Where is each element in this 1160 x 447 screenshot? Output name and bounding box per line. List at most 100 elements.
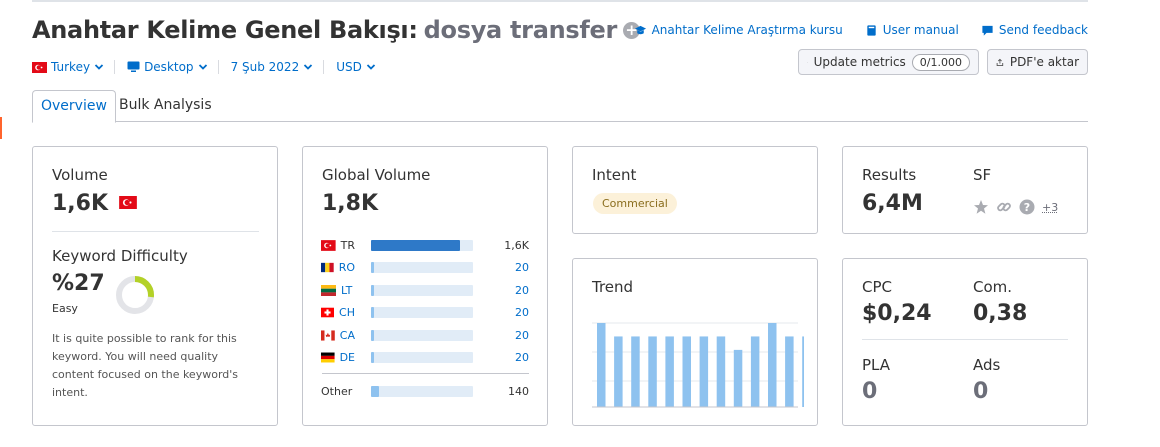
com-value: 0,38 (973, 301, 1028, 326)
trend-bar[interactable] (699, 336, 709, 407)
country-volume[interactable]: 20 (515, 284, 529, 297)
course-link[interactable]: Anahtar Kelime Araştırma kursu (634, 23, 843, 37)
ads-value: 0 (973, 379, 989, 404)
country-bar-fill (371, 239, 460, 251)
trend-bar[interactable] (716, 336, 726, 407)
trend-bar[interactable] (665, 336, 674, 407)
global-volume-row: RO 20 (321, 261, 529, 275)
trend-bar[interactable] (733, 349, 743, 407)
country-bar-track (371, 352, 473, 363)
course-link-label: Anahtar Kelime Araştırma kursu (651, 23, 843, 37)
ch-flag-icon (321, 307, 335, 318)
graduation-cap-icon (634, 25, 646, 34)
ro-flag-icon (321, 262, 334, 273)
pla-label: PLA (862, 356, 891, 374)
global-volume-row: DE 20 (321, 351, 529, 365)
country-code-label: CA (339, 328, 355, 342)
trend-bar[interactable] (631, 336, 640, 407)
page-title: Anahtar Kelime Genel Bakışı: dosya transf… (32, 16, 641, 44)
currency-label: USD (336, 60, 362, 74)
feedback-link[interactable]: Send feedback (981, 23, 1088, 37)
country-volume[interactable]: 20 (515, 306, 529, 319)
date-selector[interactable]: 7 Şub 2022 (231, 60, 325, 74)
ca-flag-icon (321, 329, 335, 341)
tab-bulk-analysis[interactable]: Bulk Analysis (111, 90, 220, 122)
results-label: Results (862, 166, 917, 184)
list-divider (322, 373, 529, 374)
trend-bar[interactable] (682, 336, 692, 407)
pla-value: 0 (862, 379, 878, 404)
com-label: Com. (973, 278, 1013, 296)
tab-overview[interactable]: Overview (32, 90, 116, 123)
date-label: 7 Şub 2022 (230, 60, 300, 74)
country-bar-fill (371, 352, 375, 363)
volume-card: Volume 1,6K Keyword Difficulty %27 Easy … (32, 146, 278, 426)
desktop-icon (127, 61, 140, 72)
question-icon[interactable]: ? (1019, 199, 1035, 215)
country-code: LT (321, 284, 355, 297)
kd-level: Easy (52, 302, 78, 315)
global-volume-row: LT 20 (321, 283, 529, 297)
link-icon[interactable] (996, 199, 1012, 215)
trend-bar[interactable] (614, 336, 623, 407)
trend-chart (592, 322, 804, 408)
top-divider (32, 0, 1088, 2)
global-volume-row: CH 20 (321, 306, 529, 320)
country-selector[interactable]: Turkey (32, 60, 116, 74)
trend-bar[interactable] (750, 336, 760, 407)
device-selector[interactable]: Desktop (127, 60, 219, 74)
device-label: Desktop (144, 60, 194, 74)
update-metrics-counter: 0/1.000 (911, 53, 970, 71)
ads-label: Ads (973, 356, 1001, 374)
country-volume[interactable]: 20 (515, 261, 529, 274)
trend-bar[interactable] (768, 323, 777, 407)
other-bar-track (371, 385, 473, 397)
turkey-flag-icon (118, 196, 137, 209)
intent-card: Intent Commercial (572, 146, 818, 234)
intent-badge: Commercial (593, 193, 677, 214)
country-bar-track (371, 262, 473, 273)
global-volume-row-other: Other 140 (321, 384, 529, 398)
export-icon (996, 58, 1004, 66)
trend-bar[interactable] (785, 336, 794, 407)
chat-bubble-icon (982, 25, 993, 36)
results-card: Results 6,4M SF ? +3 (842, 146, 1088, 234)
manual-link-label: User manual (882, 23, 959, 37)
cpc-value: $0,24 (862, 301, 932, 326)
country-bar-fill (371, 262, 375, 273)
title-text: Anahtar Kelime Genel Bakışı: (32, 16, 418, 44)
sf-more-link[interactable]: +3 (1042, 201, 1058, 214)
trend-card: Trend (572, 258, 818, 426)
card-divider (52, 231, 259, 232)
card-divider (862, 339, 1068, 340)
manual-link[interactable]: User manual (865, 23, 959, 37)
update-metrics-button[interactable]: Update metrics 0/1.000 (798, 49, 979, 75)
country-code-label: LT (341, 283, 353, 297)
country-code: DE (321, 351, 355, 364)
export-pdf-label: PDF'e aktar (1009, 55, 1079, 69)
country-bar-track (371, 307, 473, 318)
star-icon[interactable] (973, 199, 989, 215)
country-volume[interactable]: 20 (515, 351, 529, 364)
kd-donut-chart (116, 276, 154, 314)
country-bar-track (371, 329, 473, 341)
cpc-label: CPC (862, 278, 892, 296)
svg-text:?: ? (1024, 201, 1030, 214)
side-marker (0, 117, 2, 139)
cpc-card: CPC $0,24 Com. 0,38 PLA 0 Ads 0 (842, 258, 1088, 426)
country-volume: 1,6K (504, 238, 529, 252)
trend-bar[interactable] (597, 323, 606, 407)
chevron-down-icon (94, 64, 104, 70)
sf-icons: ? +3 (973, 199, 1058, 215)
trend-bar[interactable] (648, 336, 657, 407)
kd-description: It is quite possible to rank for this ke… (52, 332, 239, 399)
country-bar-track (371, 284, 473, 296)
export-pdf-button[interactable]: PDF'e aktar (987, 49, 1088, 75)
country-volume[interactable]: 20 (515, 329, 529, 342)
lt-flag-icon (321, 284, 336, 296)
trend-bar[interactable] (802, 336, 804, 407)
intent-label: Intent (592, 166, 637, 184)
currency-selector[interactable]: USD (336, 60, 386, 74)
country-code: CH (321, 306, 355, 319)
country-code: TR (321, 239, 355, 252)
